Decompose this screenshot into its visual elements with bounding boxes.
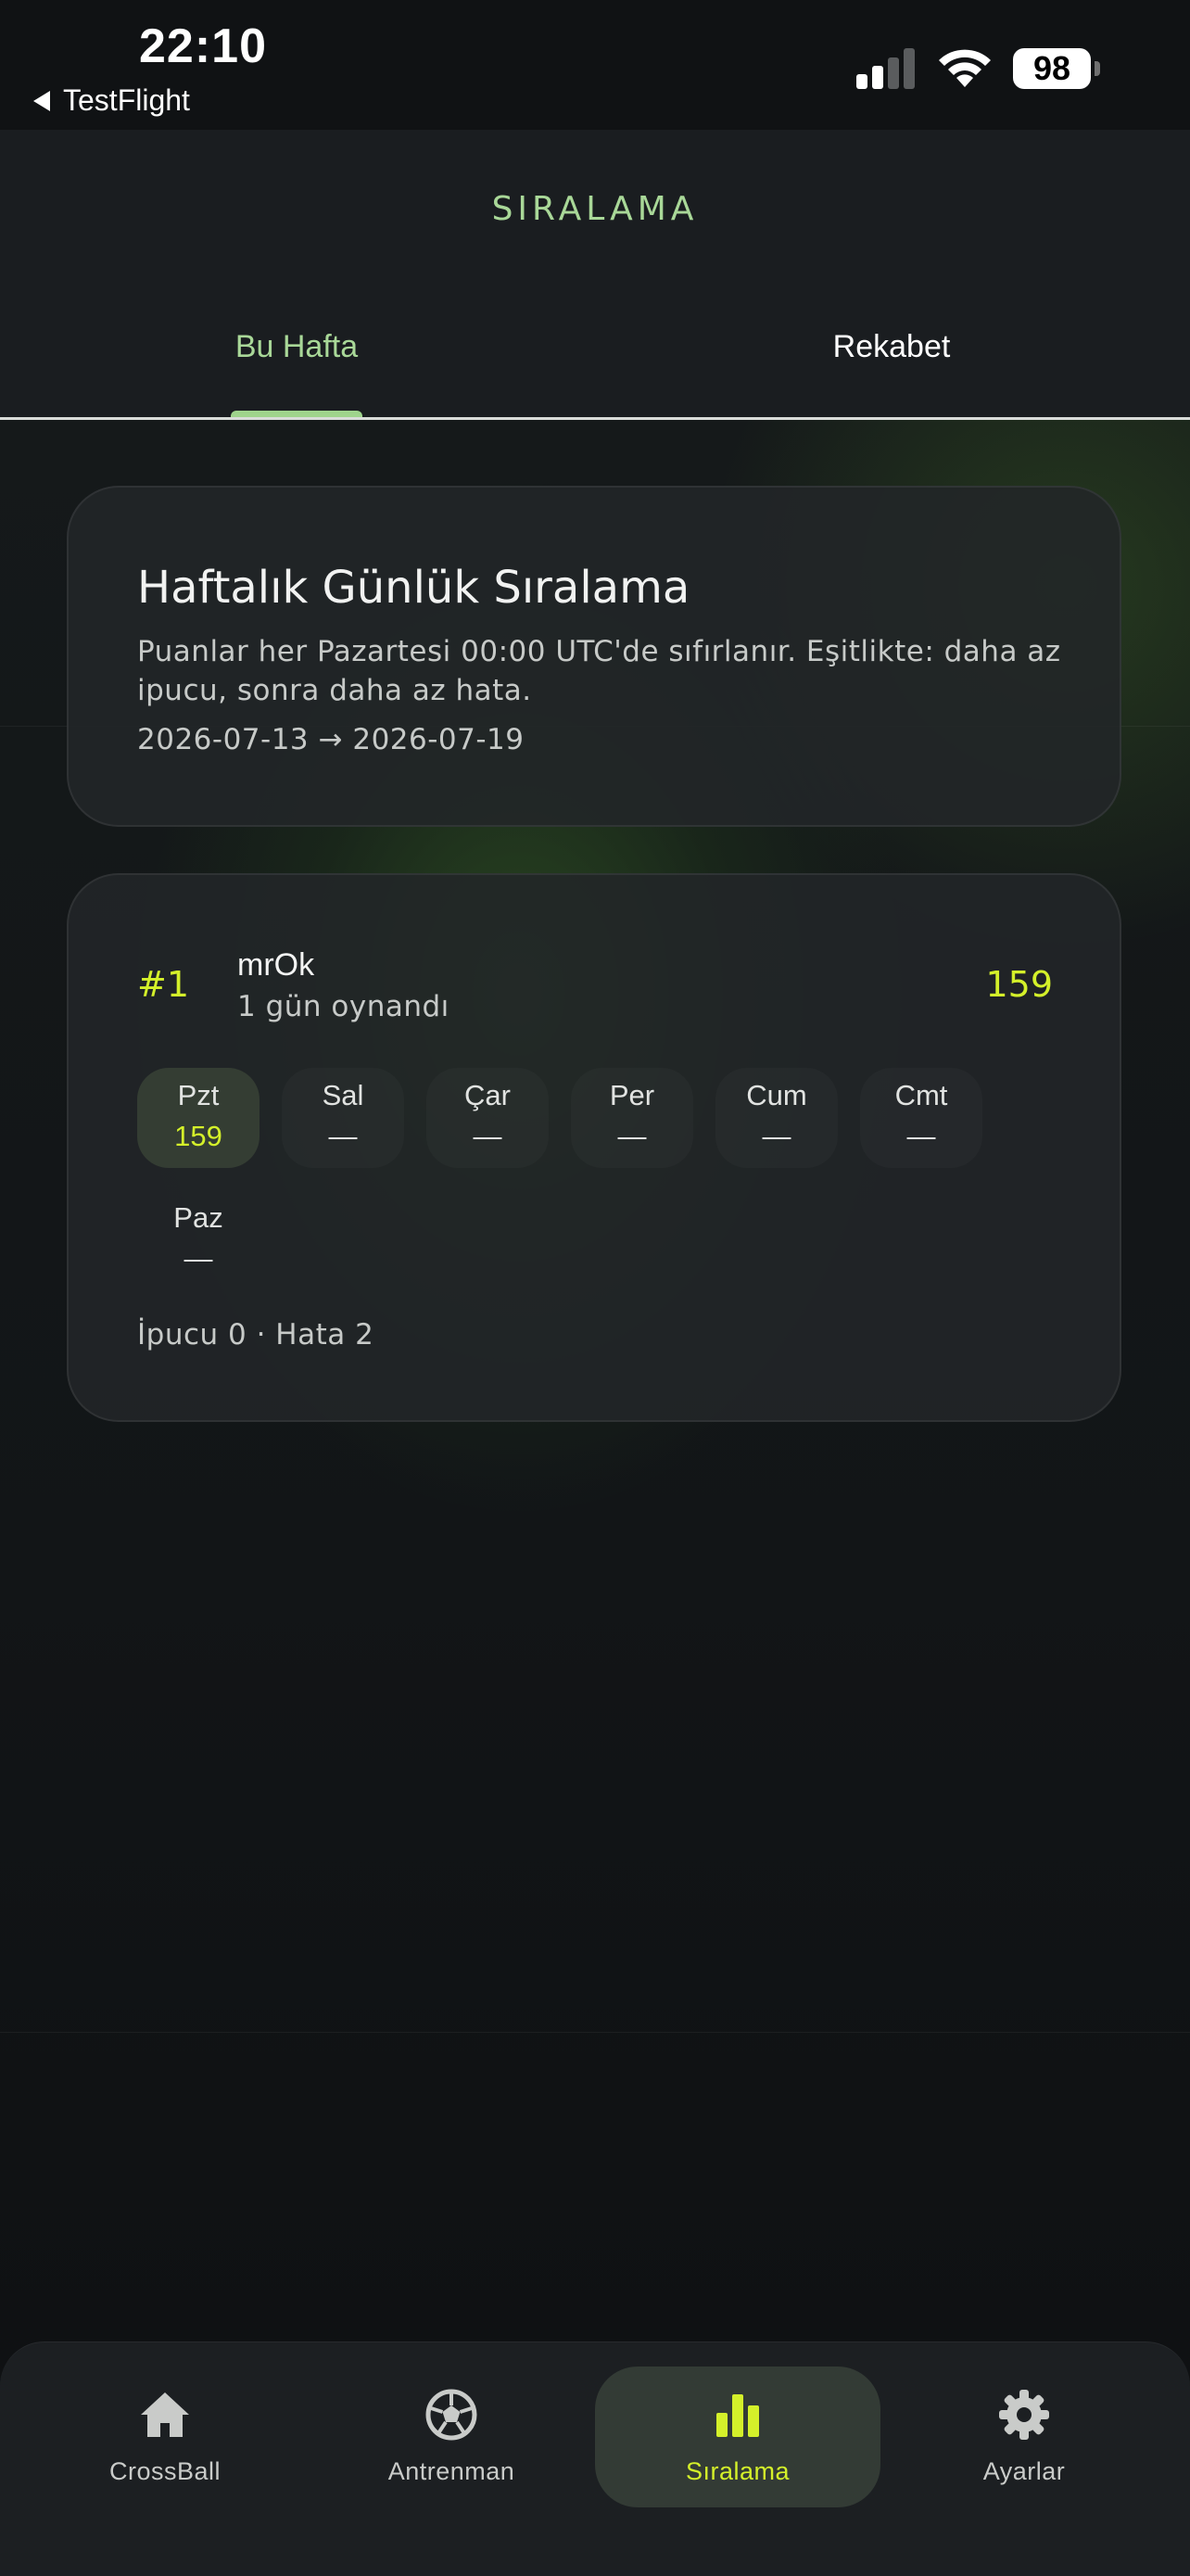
- info-card-description: Puanlar her Pazartesi 00:00 UTC'de sıfır…: [137, 635, 1061, 707]
- nav-ranking[interactable]: Sıralama: [595, 2367, 880, 2507]
- day-chip-monday: Pzt 159: [137, 1068, 260, 1168]
- page-title: SIRALAMA: [491, 190, 699, 228]
- days-played: 1 gün oynandı: [237, 990, 449, 1023]
- nav-label: Ayarlar: [982, 2457, 1066, 2485]
- day-score: —: [184, 1242, 213, 1275]
- back-to-testflight-link[interactable]: TestFlight: [33, 83, 190, 118]
- day-label: Per: [609, 1079, 655, 1111]
- player-name: mrOk: [237, 947, 315, 983]
- tab-this-week[interactable]: Bu Hafta: [111, 329, 482, 365]
- rank-number: #1: [137, 964, 190, 1005]
- day-label: Cum: [746, 1079, 807, 1111]
- bar-chart-icon: [716, 2394, 759, 2437]
- wifi-icon: [939, 49, 991, 87]
- total-score: 159: [985, 964, 1053, 1005]
- day-chip-sunday: Paz —: [137, 1190, 260, 1290]
- day-label: Çar: [464, 1079, 511, 1111]
- day-score: —: [762, 1120, 791, 1152]
- info-card-title: Haftalık Günlük Sıralama: [137, 562, 690, 614]
- header: [0, 130, 1190, 419]
- weekly-info-card: Haftalık Günlük Sıralama Puanlar her Paz…: [67, 486, 1121, 827]
- back-app-label: TestFlight: [63, 83, 190, 117]
- day-label: Sal: [322, 1079, 364, 1111]
- gear-icon: [999, 2390, 1049, 2440]
- home-icon: [141, 2392, 189, 2437]
- day-chip-tuesday: Sal —: [282, 1068, 404, 1168]
- status-time: 22:10: [139, 19, 267, 73]
- leaderboard-entry[interactable]: #1 mrOk 1 gün oynandı 159 Pzt 159 Sal — …: [67, 873, 1121, 1422]
- hints-and-mistakes: İpucu 0 · Hata 2: [137, 1318, 374, 1351]
- day-chip-thursday: Per —: [571, 1068, 693, 1168]
- day-label: Cmt: [894, 1079, 948, 1111]
- battery-nub: [1095, 61, 1100, 76]
- day-label: Paz: [173, 1201, 223, 1234]
- cellular-signal-icon: [856, 48, 915, 89]
- day-label: Pzt: [177, 1079, 220, 1111]
- soccer-ball-icon: [425, 2389, 477, 2441]
- day-score: —: [328, 1120, 358, 1152]
- nav-settings[interactable]: Ayarlar: [881, 2367, 1167, 2507]
- status-bar: 22:10 TestFlight 98: [0, 0, 1190, 130]
- nav-label: Antrenman: [387, 2457, 515, 2485]
- day-score: —: [617, 1120, 647, 1152]
- battery-level: 98: [1032, 49, 1071, 87]
- nav-crossball[interactable]: CrossBall: [22, 2367, 308, 2507]
- day-chip-friday: Cum —: [715, 1068, 838, 1168]
- divider: [0, 2032, 1190, 2033]
- back-arrow-icon: [33, 90, 50, 111]
- tab-rivalry[interactable]: Rekabet: [706, 329, 1077, 365]
- day-chip-saturday: Cmt —: [860, 1068, 982, 1168]
- day-score: 159: [174, 1120, 222, 1152]
- nav-label: Sıralama: [685, 2457, 791, 2485]
- day-score: —: [473, 1120, 502, 1152]
- day-chip-wednesday: Çar —: [426, 1068, 549, 1168]
- tab-divider: [0, 417, 1190, 420]
- nav-training[interactable]: Antrenman: [309, 2367, 594, 2507]
- nav-label: CrossBall: [108, 2457, 222, 2485]
- date-range: 2026-07-13 → 2026-07-19: [137, 723, 525, 756]
- battery-indicator: 98: [1013, 48, 1091, 89]
- day-score: —: [906, 1120, 936, 1152]
